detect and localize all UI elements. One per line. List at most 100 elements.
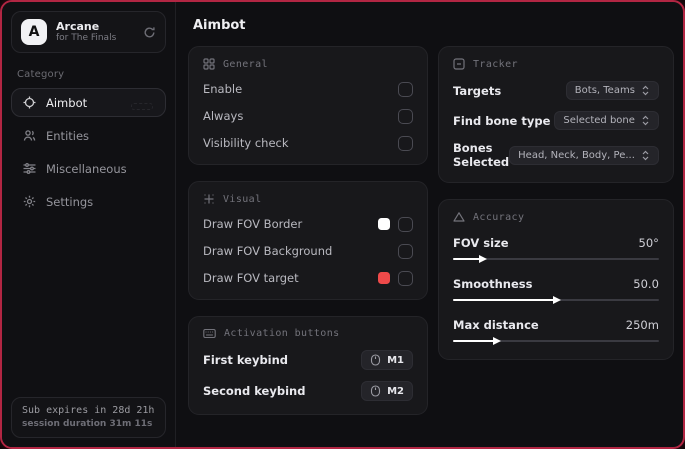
sliders-icon <box>23 162 36 175</box>
sidebar-item-aimbot[interactable]: Aimbot <box>11 88 166 117</box>
sub-expiry-text: Sub expires in 28d 21h <box>22 405 155 416</box>
draw-fov-border-checkbox[interactable] <box>398 216 413 232</box>
app-window: A Arcane for The Finals Category Aimbot … <box>0 0 685 449</box>
sidebar: A Arcane for The Finals Category Aimbot … <box>2 2 176 447</box>
setting-label: Draw FOV Border <box>203 217 303 231</box>
entities-icon <box>23 129 36 142</box>
card-title: Visual <box>223 193 262 205</box>
visual-card: Visual Draw FOV Border Draw FOV Backgrou… <box>188 181 428 300</box>
setting-row: Enable <box>203 81 413 97</box>
smoothness-slider[interactable] <box>453 295 659 305</box>
left-column: General Enable Always Visibility check V… <box>188 46 428 415</box>
setting-row: Visibility check <box>203 135 413 151</box>
mouse-icon <box>371 354 381 366</box>
general-card: General Enable Always Visibility check <box>188 46 428 165</box>
slider-fill <box>453 258 482 260</box>
sidebar-item-entities[interactable]: Entities <box>11 121 166 150</box>
slider-thumb[interactable] <box>552 295 561 304</box>
subscription-info: Sub expires in 28d 21h session duration … <box>11 397 166 438</box>
sidebar-nav: Aimbot Entities Miscellaneous Settings <box>11 88 166 216</box>
sidebar-item-miscellaneous[interactable]: Miscellaneous <box>11 154 166 183</box>
sidebar-item-label: Settings <box>46 194 94 209</box>
main-content: Aimbot General Enable Always Visibility … <box>176 2 683 447</box>
second-keybind-button[interactable]: M2 <box>361 381 413 401</box>
card-title: Accuracy <box>473 211 525 223</box>
setting-label: First keybind <box>203 353 289 367</box>
slider-thumb[interactable] <box>478 254 487 263</box>
setting-row: Draw FOV target <box>203 270 413 286</box>
setting-label: Always <box>203 109 244 123</box>
slider-label: FOV size <box>453 236 509 250</box>
card-title: Tracker <box>473 58 518 70</box>
keybind-value: M2 <box>387 385 404 397</box>
slider-fill <box>453 340 497 342</box>
tracker-card: Tracker Targets Bots, Teams Find bone ty… <box>438 46 674 183</box>
aimbot-hint-badge <box>131 103 153 110</box>
refresh-icon[interactable] <box>143 26 156 39</box>
fov-size-slider[interactable] <box>453 254 659 264</box>
always-checkbox[interactable] <box>398 108 413 124</box>
fov-size-group: FOV size 50° <box>453 236 659 264</box>
slider-value: 50.0 <box>633 277 659 291</box>
brand-subtitle: for The Finals <box>56 33 117 44</box>
accuracy-card-header: Accuracy <box>453 211 659 223</box>
targets-dropdown[interactable]: Bots, Teams <box>565 81 659 100</box>
max-distance-slider[interactable] <box>453 336 659 346</box>
setting-row: Targets Bots, Teams <box>453 81 659 100</box>
find-bone-type-dropdown[interactable]: Selected bone <box>554 111 659 130</box>
brand-logo: A <box>21 19 47 45</box>
setting-row: Second keybind M2 <box>203 381 413 401</box>
triangle-icon <box>453 212 465 222</box>
brand-title: Arcane <box>56 19 100 33</box>
card-columns: General Enable Always Visibility check V… <box>188 46 674 415</box>
setting-label: Enable <box>203 82 243 96</box>
first-keybind-button[interactable]: M1 <box>361 350 413 370</box>
slider-head: Max distance 250m <box>453 318 659 332</box>
bones-selected-dropdown[interactable]: Head, Neck, Body, Pe... <box>509 145 659 165</box>
activation-card: Activation buttons First keybind M1 Seco… <box>188 316 428 415</box>
enable-checkbox[interactable] <box>398 81 413 97</box>
sidebar-item-label: Miscellaneous <box>46 161 127 176</box>
visibility-check-checkbox[interactable] <box>398 135 413 151</box>
activation-card-header: Activation buttons <box>203 328 413 339</box>
setting-label: Bones Selected <box>453 141 510 169</box>
slider-head: Smoothness 50.0 <box>453 277 659 291</box>
setting-label: Find bone type <box>453 113 551 128</box>
setting-row: Always <box>203 108 413 124</box>
sidebar-item-label: Entities <box>46 128 90 143</box>
keyboard-icon <box>203 328 216 339</box>
fov-target-color-swatch[interactable] <box>378 272 390 284</box>
accuracy-card: Accuracy FOV size 50° Smoothness 50.0 Ma… <box>438 199 674 360</box>
crosshair-icon <box>23 96 36 109</box>
general-card-header: General <box>203 58 413 70</box>
setting-label: Second keybind <box>203 384 306 398</box>
unfold-icon <box>642 115 649 126</box>
dropdown-value: Bots, Teams <box>574 85 635 96</box>
category-label: Category <box>17 69 65 80</box>
card-title: Activation buttons <box>224 328 340 339</box>
sidebar-item-label: Aimbot <box>46 95 88 110</box>
visual-card-header: Visual <box>203 193 413 205</box>
slider-value: 50° <box>638 236 659 250</box>
row-controls <box>378 216 413 232</box>
tracker-card-header: Tracker <box>453 58 659 70</box>
dropdown-value: Head, Neck, Body, Pe... <box>518 149 635 161</box>
setting-row: Bones Selected Head, Neck, Body, Pe... <box>453 141 659 169</box>
row-controls <box>378 270 413 286</box>
row-controls <box>398 243 413 259</box>
keybind-value: M1 <box>387 354 404 366</box>
draw-fov-target-checkbox[interactable] <box>398 270 413 286</box>
draw-fov-background-checkbox[interactable] <box>398 243 413 259</box>
setting-row: Find bone type Selected bone <box>453 111 659 130</box>
sidebar-item-settings[interactable]: Settings <box>11 187 166 216</box>
card-title: General <box>223 58 268 70</box>
slider-thumb[interactable] <box>493 336 502 345</box>
setting-label: Draw FOV Background <box>203 244 333 258</box>
smoothness-group: Smoothness 50.0 <box>453 277 659 305</box>
fov-border-color-swatch[interactable] <box>378 218 390 230</box>
slider-fill <box>453 299 556 301</box>
max-distance-group: Max distance 250m <box>453 318 659 346</box>
unfold-icon <box>642 150 649 160</box>
setting-row: First keybind M1 <box>203 350 413 370</box>
plus-box-icon <box>204 194 214 204</box>
